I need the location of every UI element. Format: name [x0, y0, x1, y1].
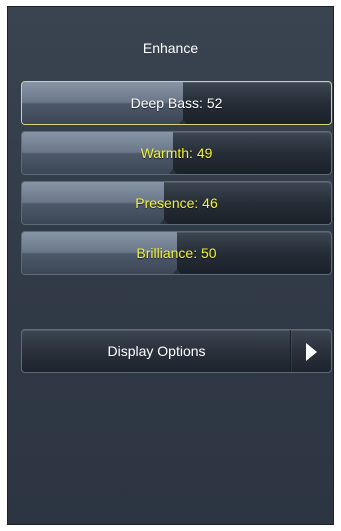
chevron-right-icon-box[interactable] [290, 330, 331, 372]
slider-center-mark [172, 269, 181, 274]
slider-label: Warmth: 49 [140, 145, 213, 161]
slider-label: Deep Bass: 52 [130, 95, 223, 111]
display-options-button[interactable]: Display Options [21, 329, 332, 373]
slider-center-mark [178, 119, 187, 124]
slider-center-mark [169, 169, 178, 174]
presence-slider[interactable]: Presence: 46 [21, 181, 332, 225]
slider-label: Presence: 46 [135, 195, 218, 211]
display-options-label: Display Options [107, 343, 206, 359]
warmth-slider[interactable]: Warmth: 49 [21, 131, 332, 175]
slider-label: Brilliance: 50 [136, 245, 217, 261]
deep-bass-slider[interactable]: Deep Bass: 52 [21, 81, 332, 125]
enhance-panel: Enhance Deep Bass: 52 Warmth: 49 Presenc… [7, 6, 334, 525]
brilliance-slider[interactable]: Brilliance: 50 [21, 231, 332, 275]
panel-title: Enhance [142, 40, 199, 56]
chevron-right-icon [306, 343, 317, 361]
slider-center-mark [160, 219, 169, 224]
